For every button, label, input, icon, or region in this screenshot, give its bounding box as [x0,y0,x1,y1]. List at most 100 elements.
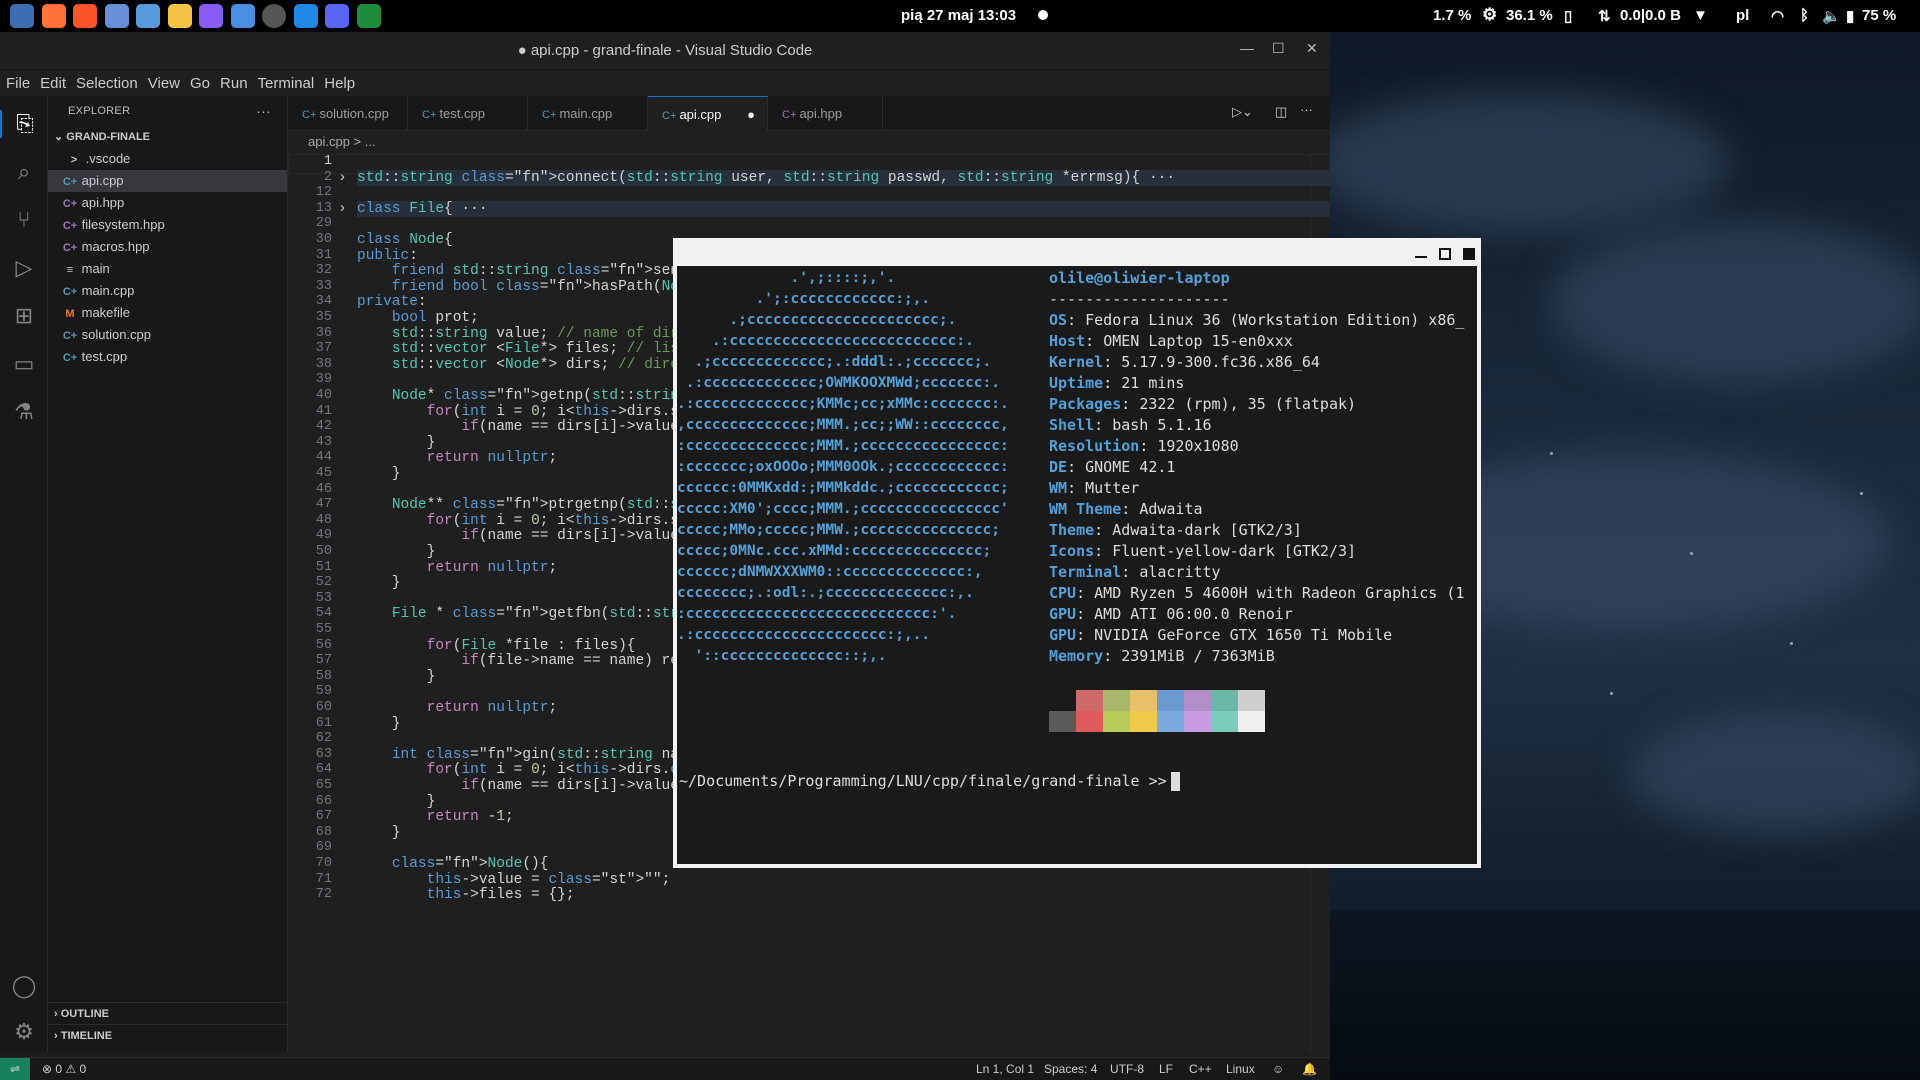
outline-section[interactable]: › OUTLINE [48,1002,288,1024]
maximize-button[interactable]: ☐ [1272,40,1285,57]
line-number: 60 [315,700,332,715]
info-row: Icons: Fluent-yellow-dark [GTK2/3] [1049,542,1357,560]
tab-api-hpp[interactable]: C+ api.hpp [768,96,883,131]
editor-icon[interactable] [230,4,255,28]
remote-icon[interactable]: ⇌ [0,1058,30,1080]
breadcrumb[interactable]: api.cpp > ... [288,131,1330,153]
battery-icon[interactable]: ▮ [1846,7,1854,25]
terminal-window[interactable]: .',;::::;,'. .';:cccccccccccc:;,. .;cccc… [673,238,1481,868]
feedback-icon[interactable]: ☺ [1272,1062,1284,1076]
info-row: Shell: bash 5.1.16 [1049,416,1212,434]
discord-icon[interactable] [325,4,349,28]
brave-icon[interactable] [73,4,97,28]
extensions-icon[interactable]: ⊞ [10,302,38,330]
file-item[interactable]: M makefile [48,302,287,324]
file-item[interactable]: C+ api.hpp [48,192,287,214]
fold-chevron-icon[interactable]: › [338,170,347,186]
info-value: GNOME 42.1 [1085,458,1176,476]
line-number: 62 [315,731,332,747]
account-icon[interactable]: ◯ [10,972,38,1000]
settings-gear-icon[interactable]: ⚙ [10,1018,38,1046]
notifications-bell-icon[interactable]: 🔔 [1302,1062,1317,1076]
fold-chevron-icon[interactable]: › [338,201,347,217]
line-number: 13 [315,200,332,216]
explorer-icon[interactable]: ⎘ [0,110,48,138]
ascii-line: :ccccccc;oxOOOo;MMM0OOk.;cccccccccccc: [677,459,1009,475]
app-grid-icon[interactable] [199,4,223,28]
menu-help[interactable]: Help [324,75,355,92]
file-item[interactable]: C+ main.cpp [48,280,287,302]
tab-test-cpp[interactable]: C+ test.cpp [408,96,528,131]
fedora-icon[interactable] [10,4,34,28]
dropdown-icon[interactable]: ▼ [1693,7,1708,24]
info-row: GPU: NVIDIA GeForce GTX 1650 Ti Mobile [1049,626,1393,644]
line-ending[interactable]: LF [1159,1062,1173,1076]
menu-view[interactable]: View [148,75,180,92]
file-item[interactable]: C+ test.cpp [48,346,287,368]
menu-go[interactable]: Go [190,75,210,92]
problems-count[interactable]: ⊗ 0 ⚠ 0 [42,1062,86,1076]
cursor-position[interactable]: Ln 1, Col 1 [976,1062,1034,1076]
shell-prompt[interactable]: ~/Documents/Programming/LNU/cpp/finale/g… [679,772,1180,791]
tab-main-cpp[interactable]: C+ main.cpp [528,96,648,131]
menu-run[interactable]: Run [220,75,248,92]
info-row: DE: GNOME 42.1 [1049,458,1176,476]
line-number: 2 [323,169,332,185]
color-swatch [1103,711,1130,732]
close-button[interactable] [1463,248,1475,260]
line-number: 40 [315,388,332,403]
memory-icon: ▯ [1564,8,1573,25]
unsaved-dot-icon[interactable]: ● [747,97,755,132]
file-item[interactable]: C+ api.cpp [48,170,287,192]
split-editor-icon[interactable]: ◫ [1275,104,1287,120]
bluetooth-icon[interactable]: ᛒ [1800,7,1809,24]
file-item[interactable]: ≡ main [48,258,287,280]
vscode-icon[interactable] [293,4,318,28]
minimize-button[interactable] [1415,256,1427,258]
spreadsheet-icon[interactable] [356,4,381,28]
encoding[interactable]: UTF-8 [1110,1062,1144,1076]
ascii-line: '::cccccccccccccc::;,. [677,648,887,664]
more-icon[interactable]: ··· [1300,102,1313,117]
separator: -------------------- [1049,290,1230,308]
close-button[interactable]: ✕ [1306,40,1318,57]
tab-solution-cpp[interactable]: C+ solution.cpp [288,96,408,131]
file-item[interactable]: C+ macros.hpp [48,236,287,258]
file-item[interactable]: C+ solution.cpp [48,324,287,346]
indentation[interactable]: Spaces: 4 [1044,1062,1097,1076]
keyboard-layout[interactable]: pl [1736,7,1749,24]
ascii-line: .;cccccccccccccccccccccc;. [677,312,957,328]
menu-terminal[interactable]: Terminal [258,75,315,92]
menu-edit[interactable]: Edit [40,75,66,92]
maximize-button[interactable] [1439,248,1451,260]
line-number: 56 [315,637,332,653]
mail-icon[interactable] [136,4,160,28]
language-mode[interactable]: C++ [1189,1062,1212,1076]
tab-api-cpp[interactable]: C+ api.cpp ● [648,96,768,131]
line-number: 59 [315,684,332,700]
clock[interactable]: pią 27 maj 13:03 [901,7,1016,24]
firefox-icon[interactable] [41,4,66,28]
project-folder[interactable]: ⌄ GRAND-FINALE [48,126,287,148]
testing-icon[interactable]: ⚗ [10,398,38,426]
run-debug-icon[interactable]: ▷ [10,254,38,282]
info-key: Shell [1049,416,1095,434]
platform[interactable]: Linux [1226,1062,1255,1076]
menu-file[interactable]: File [6,75,30,92]
wifi-icon[interactable]: ◠ [1771,7,1784,25]
run-icon[interactable]: ▷⌄ [1232,104,1253,120]
files-icon[interactable] [104,4,129,28]
file-item[interactable]: C+ filesystem.hpp [48,214,287,236]
timeline-section[interactable]: › TIMELINE [48,1024,288,1046]
minimize-button[interactable]: — [1240,40,1254,56]
line-number: 38 [315,356,332,372]
source-control-icon[interactable]: ⑂ [10,206,38,234]
remote-explorer-icon[interactable]: ▭ [10,350,38,378]
folder-icon[interactable] [167,4,192,28]
volume-icon[interactable]: 🔈 [1822,7,1841,25]
arch-icon[interactable] [262,4,286,28]
more-actions-icon[interactable]: ··· [256,96,271,126]
search-icon[interactable]: ⌕ [10,158,38,186]
menu-selection[interactable]: Selection [76,75,138,92]
file-item[interactable]: > .vscode [48,148,287,170]
